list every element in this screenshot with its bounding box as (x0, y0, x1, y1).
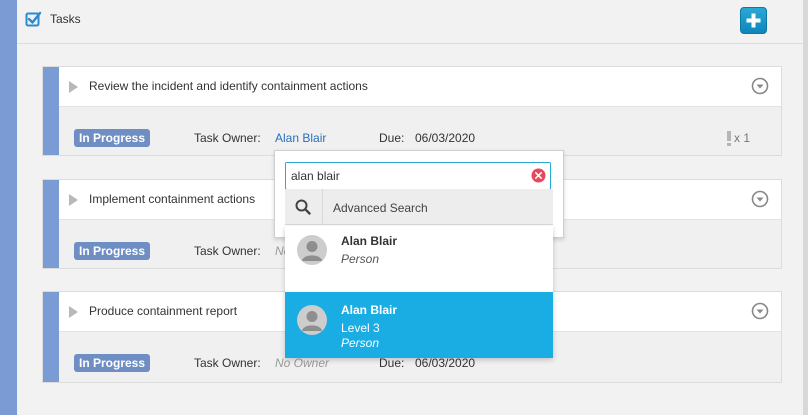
result-name: Alan Blair (341, 234, 398, 248)
task-title: Review the incident and identify contain… (89, 79, 368, 93)
priority-count: x 1 (734, 131, 751, 145)
chevron-down-icon[interactable] (751, 77, 769, 95)
task-owner-label: Task Owner: (194, 244, 261, 258)
task-header-row[interactable]: Review the incident and identify contain… (59, 67, 781, 107)
task-owner-placeholder[interactable]: No Owner (275, 356, 329, 370)
status-badge[interactable]: In Progress (74, 242, 151, 260)
search-icon (295, 199, 311, 215)
task-title: Produce containment report (89, 304, 238, 318)
due-label: Due: (379, 131, 405, 145)
tasks-panel-header (17, 0, 803, 44)
due-label: Due: (379, 356, 405, 370)
advanced-search-label: Advanced Search (333, 201, 428, 215)
task-owner-label: Task Owner: (194, 131, 261, 145)
status-badge[interactable]: In Progress (74, 129, 151, 147)
panel-title: Tasks (50, 12, 81, 26)
expand-icon[interactable] (69, 306, 78, 318)
status-badge[interactable]: In Progress (74, 354, 151, 372)
search-results-list: Alan Blair Person Alan Blair Level 3 Per… (285, 226, 553, 358)
left-accent-strip (0, 0, 17, 415)
clear-icon[interactable] (531, 168, 546, 183)
avatar-icon (297, 305, 327, 335)
result-type: Person (341, 336, 380, 350)
due-date[interactable]: 06/03/2020 (415, 131, 475, 145)
result-level: Level 3 (341, 321, 380, 335)
task-title: Implement containment actions (89, 192, 256, 206)
task-side-bar (43, 292, 59, 382)
result-name: Alan Blair (341, 303, 398, 317)
search-result-item-selected[interactable]: Alan Blair Level 3 Person (285, 292, 553, 358)
task-details-row: In Progress Task Owner: Alan Blair Due: … (59, 107, 781, 155)
task-side-bar (43, 180, 59, 268)
advanced-search-option[interactable]: Advanced Search (285, 189, 553, 225)
divider (322, 189, 323, 225)
priority-icon (727, 131, 731, 146)
task-side-bar (43, 67, 59, 155)
due-date[interactable]: 06/03/2020 (415, 356, 475, 370)
search-result-item[interactable]: Alan Blair Person (285, 226, 553, 292)
task-card: Review the incident and identify contain… (42, 66, 782, 156)
checkbox-icon (25, 11, 42, 27)
avatar-icon (297, 235, 327, 265)
task-owner-label: Task Owner: (194, 356, 261, 370)
task-owner-link[interactable]: Alan Blair (275, 131, 326, 145)
add-task-button[interactable] (740, 7, 767, 34)
right-scroll-strip (803, 0, 808, 415)
add-icon (746, 13, 761, 28)
chevron-down-icon[interactable] (751, 190, 769, 208)
owner-search-input[interactable] (285, 162, 551, 190)
result-type: Person (341, 252, 380, 266)
expand-icon[interactable] (69, 194, 78, 206)
chevron-down-icon[interactable] (751, 302, 769, 320)
expand-icon[interactable] (69, 81, 78, 93)
